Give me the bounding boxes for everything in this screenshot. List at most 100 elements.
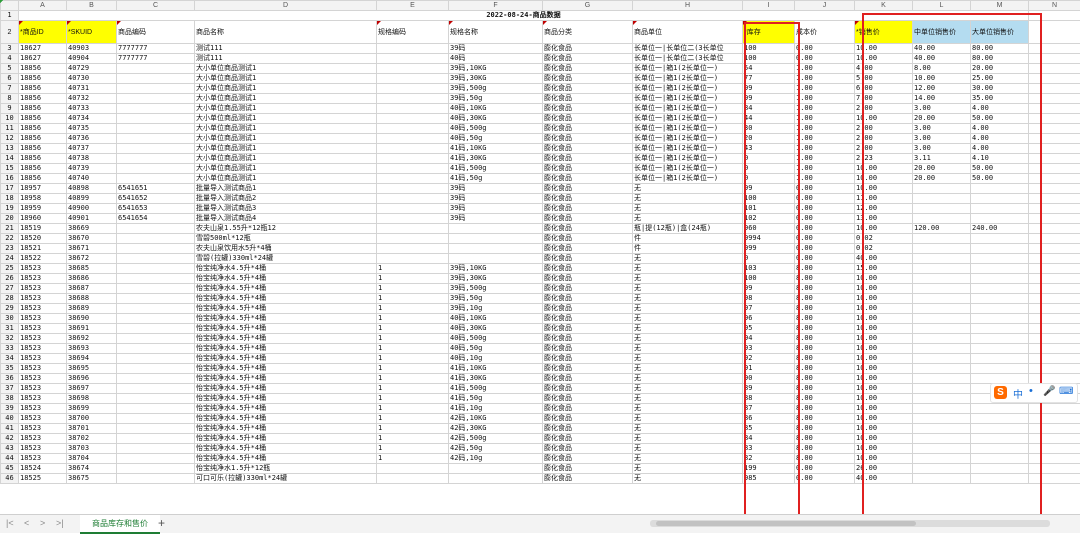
row-header[interactable]: 32 — [1, 334, 19, 344]
cell[interactable] — [913, 464, 971, 474]
cell[interactable]: 95 — [743, 324, 795, 334]
table-row[interactable]: 391852338699怡宝纯净水4.5升*4桶141码,10g膨化食品无878… — [1, 404, 1080, 414]
column-header[interactable]: B — [67, 1, 117, 11]
row-header[interactable]: 15 — [1, 164, 19, 174]
sogou-logo-icon[interactable]: S — [994, 386, 1007, 399]
cell[interactable]: 长单位一|箱1(2长单位一) — [633, 124, 743, 134]
cell[interactable]: 怡宝纯净水4.5升*4桶 — [195, 414, 377, 424]
cell[interactable]: 18856 — [19, 104, 67, 114]
cell[interactable]: 0.00 — [795, 244, 855, 254]
cell[interactable]: 怡宝纯净水4.5升*4桶 — [195, 384, 377, 394]
cell[interactable]: 6541654 — [117, 214, 195, 224]
cell[interactable] — [1029, 254, 1080, 264]
cell[interactable]: 14.00 — [913, 94, 971, 104]
cell[interactable] — [1029, 124, 1080, 134]
cell[interactable]: 无 — [633, 444, 743, 454]
cell[interactable] — [117, 344, 195, 354]
cell[interactable] — [1029, 474, 1080, 484]
cell[interactable]: 38672 — [67, 254, 117, 264]
cell[interactable] — [1029, 44, 1080, 54]
cell[interactable]: 8.00 — [795, 264, 855, 274]
cell[interactable] — [913, 434, 971, 444]
cell[interactable] — [913, 254, 971, 264]
cell[interactable]: 1 — [377, 294, 449, 304]
cell[interactable]: 0.02 — [855, 244, 913, 254]
cell[interactable]: 2.00 — [855, 104, 913, 114]
cell[interactable]: 40.00 — [913, 54, 971, 64]
row-header[interactable]: 37 — [1, 384, 19, 394]
cell[interactable]: 怡宝纯净水4.5升*4桶 — [195, 314, 377, 324]
cell[interactable]: 88 — [743, 394, 795, 404]
cell[interactable]: 4.00 — [971, 144, 1029, 154]
cell[interactable]: 0.00 — [795, 204, 855, 214]
table-row[interactable]: 441852338704怡宝纯净水4.5升*4桶142码,10g膨化食品无828… — [1, 454, 1080, 464]
cell[interactable]: 20 — [743, 134, 795, 144]
cell[interactable]: 10.00 — [855, 184, 913, 194]
cell[interactable] — [117, 134, 195, 144]
cell[interactable]: 6541651 — [117, 184, 195, 194]
cell[interactable]: 长单位一|箱1(2长单位一) — [633, 114, 743, 124]
cell[interactable]: 8.00 — [795, 324, 855, 334]
row-header[interactable]: 14 — [1, 154, 19, 164]
cell[interactable]: 11.00 — [855, 194, 913, 204]
cell[interactable] — [1029, 84, 1080, 94]
table-row[interactable]: 81885640732大小单位商品测试139码,50g膨化食品长单位一|箱1(2… — [1, 94, 1080, 104]
cell[interactable]: 1 — [377, 314, 449, 324]
column-header[interactable]: I — [743, 1, 795, 11]
cell[interactable]: 41码,50g — [449, 174, 543, 184]
table-row[interactable]: 101885640734大小单位商品测试140码,30KG膨化食品长单位一|箱1… — [1, 114, 1080, 124]
cell[interactable]: 38691 — [67, 324, 117, 334]
cell[interactable]: 50.00 — [971, 114, 1029, 124]
cell[interactable]: 0.00 — [795, 44, 855, 54]
cell[interactable]: 13.00 — [855, 214, 913, 224]
cell[interactable]: 1.00 — [795, 164, 855, 174]
cell[interactable]: 960 — [743, 224, 795, 234]
column-header[interactable]: C — [117, 1, 195, 11]
cell[interactable]: 8.00 — [795, 344, 855, 354]
cell[interactable]: 长单位一|箱1(2长单位一) — [633, 174, 743, 184]
table-row[interactable]: 461852538675可口可乐(拉罐)330ml*24罐膨化食品无9850.0… — [1, 474, 1080, 484]
table-row[interactable]: 161885640740大小单位商品测试141码,50g膨化食品长单位一|箱1(… — [1, 174, 1080, 184]
cell[interactable]: 批量导入测试商品3 — [195, 204, 377, 214]
row-header[interactable]: 46 — [1, 474, 19, 484]
cell[interactable]: 38670 — [67, 234, 117, 244]
cell[interactable] — [1029, 314, 1080, 324]
row-header[interactable]: 20 — [1, 214, 19, 224]
row-header[interactable]: 13 — [1, 144, 19, 154]
cell[interactable]: 40735 — [67, 124, 117, 134]
cell[interactable]: 农夫山泉1.55升*12瓶12 — [195, 224, 377, 234]
cell[interactable]: 39码 — [449, 204, 543, 214]
table-row[interactable]: 341852338694怡宝纯净水4.5升*4桶140码,10g膨化食品无928… — [1, 354, 1080, 364]
cell[interactable]: 怡宝纯净水4.5升*4桶 — [195, 264, 377, 274]
cell[interactable]: 38701 — [67, 424, 117, 434]
cell[interactable] — [1029, 224, 1080, 234]
cell[interactable]: 无 — [633, 424, 743, 434]
cell[interactable]: 膨化食品 — [543, 254, 633, 264]
row-header[interactable]: 19 — [1, 204, 19, 214]
cell[interactable]: 10.00 — [855, 174, 913, 184]
cell[interactable]: 103 — [743, 264, 795, 274]
cell[interactable]: 无 — [633, 264, 743, 274]
cell[interactable]: 1.00 — [795, 64, 855, 74]
column-title[interactable]: 成本价 — [795, 21, 855, 44]
cell[interactable]: 199 — [743, 464, 795, 474]
cell[interactable]: 膨化食品 — [543, 384, 633, 394]
table-row[interactable]: 251852338685怡宝纯净水4.5升*4桶139码,10KG膨化食品无10… — [1, 264, 1080, 274]
table-row[interactable]: 318627409037777777测试11139码膨化食品长单位一|长单位二(… — [1, 44, 1080, 54]
cell[interactable]: 39码 — [449, 214, 543, 224]
cell[interactable]: 18856 — [19, 94, 67, 104]
cell[interactable]: 大小单位商品测试1 — [195, 164, 377, 174]
cell[interactable]: 8.00 — [795, 454, 855, 464]
row-header[interactable]: 24 — [1, 254, 19, 264]
cell[interactable]: 18522 — [19, 254, 67, 264]
cell[interactable]: 膨化食品 — [543, 434, 633, 444]
table-row[interactable]: 291852338689怡宝纯净水4.5升*4桶139码,10g膨化食品无978… — [1, 304, 1080, 314]
cell[interactable]: 膨化食品 — [543, 294, 633, 304]
cell[interactable]: 18523 — [19, 294, 67, 304]
row-header[interactable]: 25 — [1, 264, 19, 274]
cell[interactable]: 膨化食品 — [543, 374, 633, 384]
cell[interactable]: 膨化食品 — [543, 94, 633, 104]
cell[interactable] — [913, 444, 971, 454]
cell[interactable]: 膨化食品 — [543, 474, 633, 484]
cell[interactable]: 18856 — [19, 154, 67, 164]
